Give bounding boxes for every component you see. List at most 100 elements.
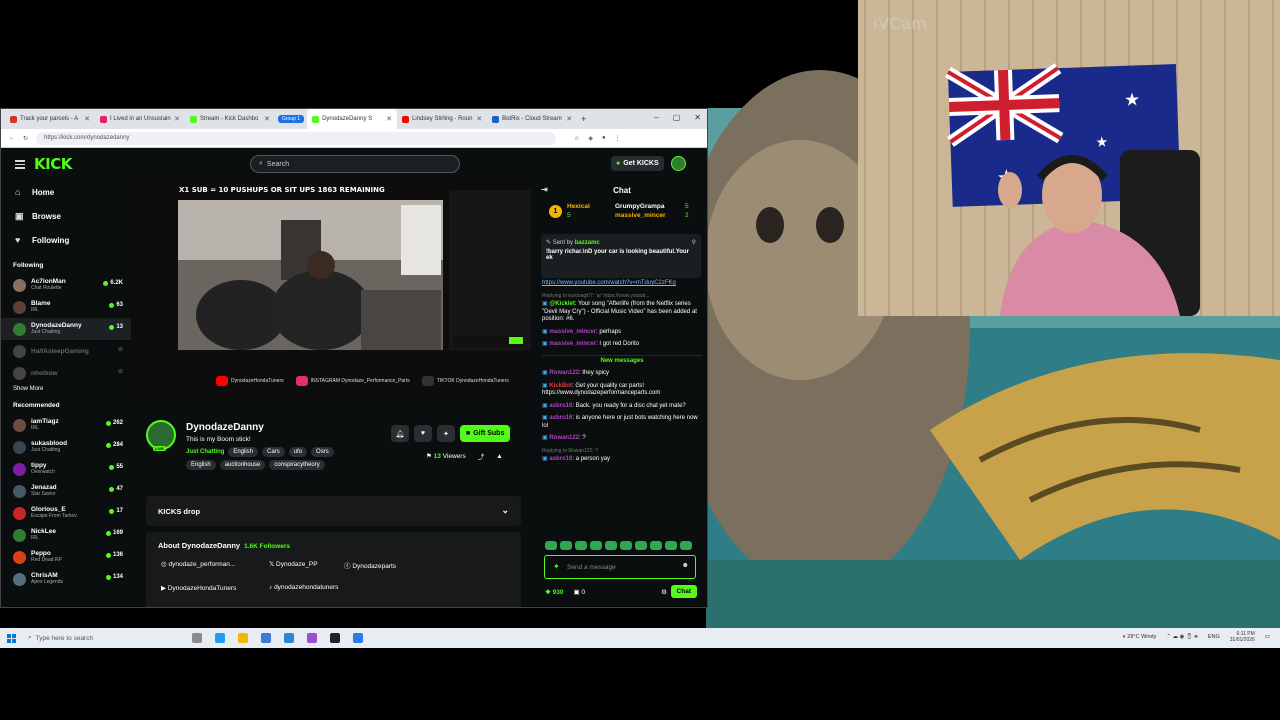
back-icon[interactable]: ←: [9, 135, 15, 141]
browser-tab[interactable]: Track your parcels - A ✕: [5, 109, 95, 129]
chat-username[interactable]: asbro16: [549, 415, 572, 421]
hamburger-menu-icon[interactable]: [15, 158, 25, 171]
chat-message[interactable]: ▣ KickBot: Get your quality car parts! h…: [542, 383, 702, 398]
collapse-chat-icon[interactable]: ⇥: [541, 185, 548, 194]
nav-browse[interactable]: ▣ Browse: [1, 204, 131, 228]
kicks-drop-panel[interactable]: KICKS drop ⌄: [146, 496, 521, 526]
channel-name[interactable]: DynodazeDanny: [186, 422, 264, 433]
chat-username[interactable]: @Kicklet: [549, 301, 575, 307]
chat-username[interactable]: asbro16: [549, 456, 572, 462]
chat-message[interactable]: ▣ asbro16: Back. you ready for a disc ch…: [542, 403, 702, 411]
sidebar-channel[interactable]: Blame IRL 63: [1, 296, 131, 318]
emote[interactable]: [560, 541, 572, 550]
sidebar-channel[interactable]: Jenazad Star Savior 47: [1, 480, 131, 502]
tag[interactable]: Cars: [262, 447, 285, 457]
browser-tab[interactable]: Lindsey Stirling - Roun ✕: [397, 109, 487, 129]
tab-group-chip[interactable]: Group 1: [278, 115, 305, 123]
language-indicator[interactable]: ENG: [1208, 634, 1220, 640]
gift-count[interactable]: ▣ 0: [574, 588, 586, 596]
pin-icon[interactable]: ⚲: [692, 239, 696, 246]
video-player[interactable]: X1 SUB = 10 PUSHUPS OR SIT UPS 1863 REMA…: [131, 180, 531, 405]
url-field[interactable]: https://kick.com/dynodazedanny: [36, 131, 557, 145]
new-tab-icon[interactable]: +: [581, 114, 586, 124]
sidebar-channel[interactable]: iamTiagz IRL 262: [1, 414, 131, 436]
tiktok-link[interactable]: ♪ dynodazehondatuners: [269, 584, 434, 592]
browser-tab-active[interactable]: DynodazeDanny S ✕: [307, 109, 398, 129]
nav-following[interactable]: ♥ Following: [1, 228, 131, 252]
chevron-down-icon[interactable]: ⌄: [501, 505, 509, 516]
category-link[interactable]: Just Chatting: [186, 449, 224, 455]
sidebar-channel[interactable]: nhotkow ⊘: [1, 362, 131, 384]
chat-username[interactable]: Rowan122: [549, 370, 579, 376]
emote[interactable]: [650, 541, 662, 550]
report-icon[interactable]: ▲: [496, 453, 502, 460]
close-icon[interactable]: ✕: [386, 115, 392, 123]
sidebar-channel[interactable]: ChrisAM Apex Legends 134: [1, 568, 131, 590]
browser-tab[interactable]: BotRix - Cloud Stream ✕: [487, 109, 577, 129]
chat-message[interactable]: ▣ massive_mincer: perhaps: [542, 329, 702, 337]
channel-points[interactable]: ❖ 930: [545, 588, 564, 596]
gifter-name[interactable]: Hexical: [567, 203, 590, 210]
bookmark-star-icon[interactable]: ☆: [574, 135, 579, 142]
emote[interactable]: [590, 541, 602, 550]
nav-home[interactable]: ⌂ Home: [1, 180, 131, 204]
emote[interactable]: [575, 541, 587, 550]
chat-message[interactable]: ▣ @Kicklet: Your song "Afterlife (from t…: [542, 301, 702, 324]
emote[interactable]: [680, 541, 692, 550]
tray-icons[interactable]: ⌃ ☁ ◉ 🔋︎ 🔊︎: [1166, 634, 1197, 641]
chat-username[interactable]: asbro16: [549, 403, 572, 409]
kick-app-icon[interactable]: [330, 633, 340, 643]
follow-button[interactable]: ♥: [414, 425, 432, 442]
close-icon[interactable]: ✕: [476, 115, 482, 123]
emote[interactable]: [635, 541, 647, 550]
sidebar-channel[interactable]: tippy Overwatch 55: [1, 458, 131, 480]
store-icon[interactable]: [261, 633, 271, 643]
close-icon[interactable]: ✕: [264, 115, 270, 123]
user-avatar[interactable]: [671, 156, 686, 171]
sidebar-channel[interactable]: Glorious_E Escape From Tarkov 17: [1, 502, 131, 524]
notifications-icon[interactable]: ▭: [1265, 634, 1270, 640]
sidebar-channel[interactable]: sukasblood Just Chatting 284: [1, 436, 131, 458]
minimize-icon[interactable]: –: [654, 113, 658, 122]
chat-username[interactable]: Rowan122: [549, 435, 579, 441]
chat-message[interactable]: Replying to kurosagi07: 'ar' https://www…: [542, 293, 702, 301]
chat-message[interactable]: ▣ massive_mincer: I got red Dorito: [542, 341, 702, 349]
tag[interactable]: conspiracytheory: [269, 460, 325, 470]
weather-widget[interactable]: ● 28°C Windy: [1122, 634, 1156, 640]
chat-username[interactable]: KickBot: [549, 383, 572, 389]
emote[interactable]: [605, 541, 617, 550]
smiley-icon[interactable]: ☻: [682, 562, 689, 569]
browser-tab[interactable]: Stream - Kick Dashbo ✕: [185, 109, 275, 129]
profile-icon[interactable]: ●: [602, 135, 606, 142]
emote[interactable]: [665, 541, 677, 550]
ivcam-app-icon[interactable]: [353, 633, 363, 643]
clock[interactable]: 6:11 PM 31/01/2026: [1230, 631, 1255, 643]
settings-gear-icon[interactable]: ⚙: [661, 588, 667, 596]
chat-message[interactable]: ▣ Rowan122: they spicy: [542, 370, 702, 378]
chat-message[interactable]: ▣ asbro16: is anyone here or just bots w…: [542, 415, 702, 430]
send-chat-button[interactable]: Chat: [670, 585, 697, 598]
start-button-icon[interactable]: [7, 633, 16, 643]
task-view-icon[interactable]: [192, 633, 202, 643]
share-icon[interactable]: ⤴: [478, 451, 485, 461]
close-icon[interactable]: ✕: [566, 115, 572, 123]
close-icon[interactable]: ✕: [84, 115, 90, 123]
tag[interactable]: ufo: [288, 447, 308, 457]
tag[interactable]: Osrs: [311, 447, 334, 457]
sidebar-channel[interactable]: NickLee IRL 169: [1, 524, 131, 546]
app-icon[interactable]: [284, 633, 294, 643]
gifter-name[interactable]: GrumpyGrampa: [615, 203, 665, 210]
clip-button[interactable]: ✦: [437, 425, 455, 442]
maximize-icon[interactable]: ▢: [673, 113, 681, 122]
show-more-link[interactable]: Show More: [1, 386, 131, 400]
close-icon[interactable]: ✕: [174, 115, 180, 123]
tag[interactable]: auctionhouse: [219, 460, 266, 470]
chat-message[interactable]: ▣ asbro16: a person yay: [542, 456, 702, 464]
reload-icon[interactable]: ↻: [23, 135, 28, 142]
search-input[interactable]: ⌕ Search: [250, 155, 460, 173]
browser-menu-icon[interactable]: ⋮: [615, 135, 621, 142]
extensions-icon[interactable]: ◈: [588, 135, 593, 142]
youtube-link[interactable]: ▶ DynodazeHondaTuners: [161, 584, 269, 592]
emote[interactable]: [620, 541, 632, 550]
browser-tab[interactable]: I Lived in an Unsustain ✕: [95, 109, 185, 129]
